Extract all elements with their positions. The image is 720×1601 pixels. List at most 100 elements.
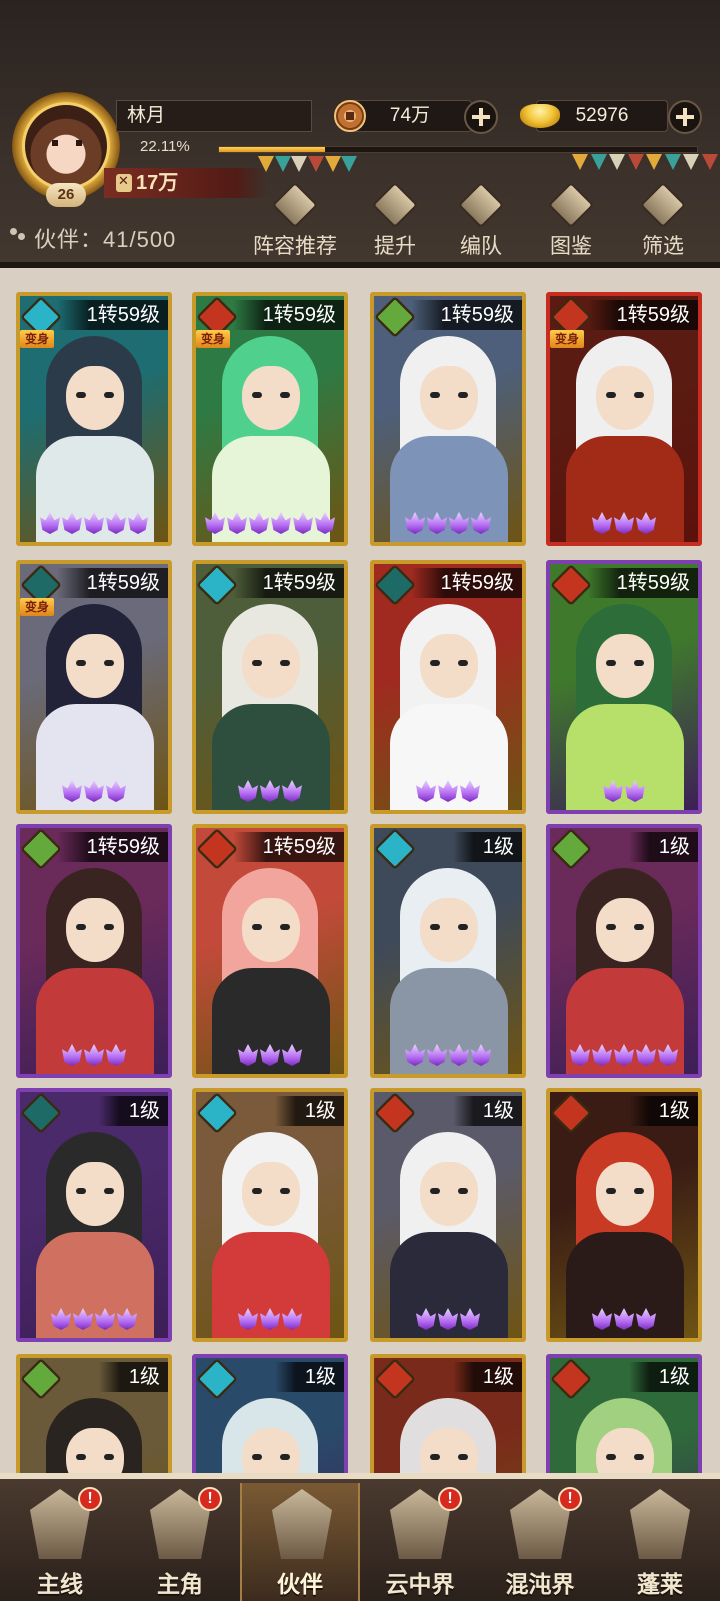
star-flame-icon: [416, 1308, 436, 1330]
star-rating: [20, 1044, 168, 1068]
star-flame-icon: [282, 1308, 302, 1330]
partner-card[interactable]: 1级: [370, 1088, 526, 1342]
partner-card[interactable]: 变身 1转59级: [16, 560, 172, 814]
partner-card[interactable]: 1级: [16, 1354, 172, 1473]
bunting-flag: [274, 156, 291, 172]
partner-card[interactable]: 1级: [16, 1088, 172, 1342]
bunting-flag: [308, 156, 324, 172]
nav-tab-label: 混沌界: [505, 1571, 575, 1597]
partner-card[interactable]: 1级: [192, 1354, 348, 1473]
star-flame-icon: [592, 1044, 612, 1066]
star-flame-icon: [460, 780, 480, 802]
team-icon: [457, 181, 505, 229]
bunting-flag: [664, 154, 681, 170]
star-rating: [20, 512, 168, 536]
partner-level: 1转59级: [56, 832, 168, 862]
star-rating: [196, 512, 344, 536]
star-flame-icon: [106, 1044, 126, 1066]
filter-icon: [639, 181, 687, 229]
bunting-flag: [572, 154, 588, 170]
partner-card[interactable]: 1转59级: [192, 560, 348, 814]
add-gold-button[interactable]: [668, 100, 702, 134]
toolbar-button-0[interactable]: 阵容推荐: [250, 178, 340, 262]
partner-card[interactable]: 1转59级: [370, 560, 526, 814]
bunting-flag: [324, 156, 341, 172]
player-level: 26: [46, 183, 86, 207]
star-rating: [196, 1308, 344, 1332]
partner-level: 1转59级: [56, 300, 168, 330]
nav-tab-icon: [630, 1489, 690, 1559]
nav-tab-1[interactable]: 主角!: [120, 1483, 240, 1601]
nav-tab-2[interactable]: 伙伴: [240, 1483, 360, 1601]
star-rating: [550, 1044, 698, 1068]
star-flame-icon: [603, 780, 623, 802]
add-copper-button[interactable]: [464, 100, 498, 134]
partner-level: 1转59级: [586, 568, 698, 598]
star-rating: [374, 512, 522, 536]
star-flame-icon: [84, 512, 104, 534]
star-rating: [550, 512, 698, 536]
partner-card[interactable]: 1转59级: [546, 560, 702, 814]
partner-card[interactable]: 1级: [192, 1088, 348, 1342]
star-rating: [196, 1044, 344, 1068]
nav-tab-5[interactable]: 蓬莱: [600, 1483, 720, 1601]
partner-grid[interactable]: 变身 1转59级 变身 1转59级 1转59级 变身 1转59级 变身 1转59级 1转59级 1转…: [0, 268, 720, 1473]
gold-ingot-icon: [520, 104, 560, 128]
star-flame-icon: [570, 1044, 590, 1066]
star-flame-icon: [106, 512, 126, 534]
partner-card[interactable]: 1转59级: [192, 824, 348, 1078]
avatar-eyes: [52, 140, 82, 146]
star-flame-icon: [95, 1308, 115, 1330]
star-rating: [550, 1308, 698, 1332]
transform-tag: 变身: [196, 330, 230, 348]
star-flame-icon: [84, 1044, 104, 1066]
star-flame-icon: [260, 1044, 280, 1066]
star-flame-icon: [614, 1308, 634, 1330]
star-rating: [374, 1308, 522, 1332]
partner-card[interactable]: 1级: [546, 824, 702, 1078]
bunting-flag: [291, 156, 308, 172]
upgrade-icon: [371, 181, 419, 229]
toolbar-button-4[interactable]: 筛选: [618, 178, 708, 262]
avatar[interactable]: [22, 102, 110, 190]
toolbar-label: 图鉴: [550, 235, 592, 258]
star-flame-icon: [315, 512, 335, 534]
copper-coin-icon: [334, 100, 366, 132]
alert-badge: !: [198, 1487, 222, 1511]
star-rating: [374, 1044, 522, 1068]
star-flame-icon: [405, 1044, 425, 1066]
partner-card[interactable]: 变身 1转59级: [546, 292, 702, 546]
partner-card[interactable]: 变身 1转59级: [16, 292, 172, 546]
partner-count: 伙伴：41/500: [34, 227, 177, 252]
partner-card[interactable]: 1级: [546, 1354, 702, 1473]
partner-card[interactable]: 1转59级: [370, 292, 526, 546]
nav-tab-label: 蓬莱: [637, 1571, 683, 1597]
alert-badge: !: [558, 1487, 582, 1511]
toolbar-button-3[interactable]: 图鉴: [526, 178, 616, 262]
partner-card[interactable]: 1级: [546, 1088, 702, 1342]
star-flame-icon: [427, 512, 447, 534]
star-flame-icon: [293, 512, 313, 534]
star-rating: [20, 1308, 168, 1332]
partner-card[interactable]: 变身 1转59级: [192, 292, 348, 546]
nav-tab-4[interactable]: 混沌界!: [480, 1483, 600, 1601]
toolbar-button-1[interactable]: 提升: [350, 178, 440, 262]
nav-tab-0[interactable]: 主线!: [0, 1483, 120, 1601]
star-flame-icon: [106, 780, 126, 802]
partner-card[interactable]: 1转59级: [16, 824, 172, 1078]
bunting-flag: [627, 154, 644, 170]
toolbar-button-2[interactable]: 编队: [436, 178, 526, 262]
partner-level: 1级: [98, 1096, 168, 1126]
star-flame-icon: [62, 1044, 82, 1066]
toolbar-label: 提升: [374, 235, 416, 258]
partner-level: 1级: [628, 832, 698, 862]
partner-level: 1级: [452, 832, 522, 862]
partner-card[interactable]: 1级: [370, 1354, 526, 1473]
star-flame-icon: [449, 512, 469, 534]
partner-card[interactable]: 1级: [370, 824, 526, 1078]
star-flame-icon: [438, 1308, 458, 1330]
star-flame-icon: [51, 1308, 71, 1330]
star-flame-icon: [658, 1044, 678, 1066]
nav-tab-3[interactable]: 云中界!: [360, 1483, 480, 1601]
bunting-flag: [341, 156, 358, 172]
